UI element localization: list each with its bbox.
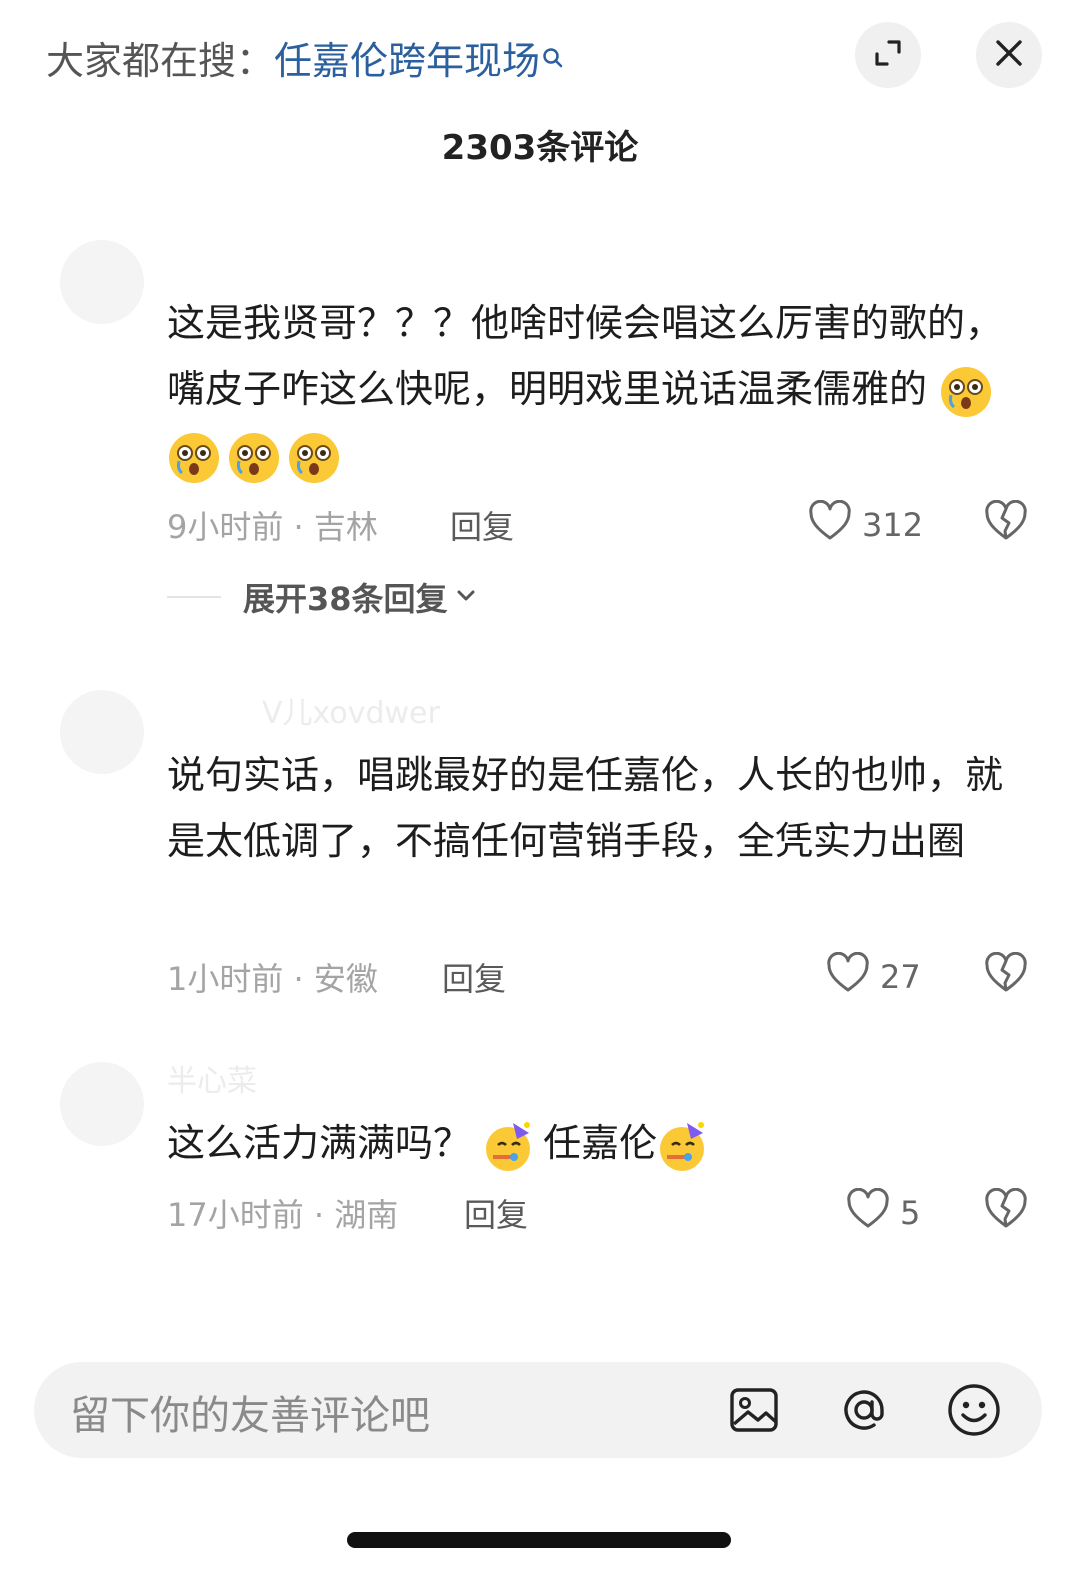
like-count: 27: [880, 958, 921, 996]
avatar[interactable]: [60, 1062, 144, 1146]
smiley-icon[interactable]: [946, 1382, 1002, 1442]
surprised-face-emoji: [227, 431, 281, 485]
heart-icon: [846, 1187, 890, 1238]
like-button[interactable]: 312: [808, 499, 924, 550]
close-button[interactable]: [976, 22, 1042, 88]
heart-icon: [826, 951, 870, 1002]
comment-text: 这是我贤哥？？？他啥时候会唱这么厉害的歌的，嘴皮子咋这么快呢，明明戏里说话温柔儒…: [167, 290, 1007, 488]
expand-button[interactable]: [855, 22, 921, 88]
search-icon: [542, 34, 564, 78]
expand-replies-button[interactable]: 展开38条回复: [167, 574, 478, 620]
comment-count-title: 2303条评论: [441, 128, 639, 168]
trending-search-term[interactable]: 任嘉伦跨年现场: [274, 39, 540, 83]
comment-body: 这么活力满满吗？: [167, 1121, 472, 1165]
reply-button[interactable]: 回复: [464, 1190, 528, 1236]
broken-heart-icon: [984, 499, 1028, 546]
close-icon: [992, 36, 1026, 74]
surprised-face-emoji: [939, 365, 993, 419]
expand-replies-label: 展开38条回复: [243, 580, 448, 618]
dislike-button[interactable]: [984, 499, 1028, 546]
comment-time-location: 17小时前 · 湖南: [167, 1196, 399, 1234]
party-face-emoji: [483, 1119, 537, 1173]
reply-button[interactable]: 回复: [442, 954, 506, 1000]
image-icon[interactable]: [728, 1384, 780, 1440]
avatar[interactable]: [60, 240, 144, 324]
avatar[interactable]: [60, 690, 144, 774]
like-button[interactable]: 27: [826, 951, 921, 1002]
dislike-button[interactable]: [984, 1187, 1028, 1234]
divider: [167, 596, 221, 598]
comment-time-location: 9小时前 · 吉林: [167, 508, 378, 546]
at-icon[interactable]: [836, 1382, 892, 1442]
trending-search-hint[interactable]: 大家都在搜：任嘉伦跨年现场: [46, 30, 564, 85]
broken-heart-icon: [984, 1187, 1028, 1234]
home-indicator[interactable]: [347, 1532, 731, 1548]
comment-body: 任嘉伦: [543, 1121, 658, 1165]
username[interactable]: V儿xovdwer: [262, 688, 440, 732]
reply-button[interactable]: 回复: [450, 502, 514, 548]
heart-icon: [808, 499, 852, 550]
comment-text: 这么活力满满吗？ 任嘉伦: [167, 1110, 1007, 1176]
trending-search-prefix: 大家都在搜：: [46, 39, 275, 83]
expand-icon: [871, 36, 905, 74]
dislike-button[interactable]: [984, 951, 1028, 998]
like-count: 5: [900, 1194, 921, 1232]
party-face-emoji: [657, 1119, 711, 1173]
comment-text: 说句实话，唱跳最好的是任嘉伦，人长的也帅，就是太低调了，不搞任何营销手段，全凭实…: [167, 753, 1004, 863]
broken-heart-icon: [984, 951, 1028, 998]
like-button[interactable]: 5: [846, 1187, 921, 1238]
surprised-face-emoji: [167, 431, 221, 485]
comment-body: 这是我贤哥？？？他啥时候会唱这么厉害的歌的，嘴皮子咋这么快呢，明明戏里说话温柔儒…: [167, 301, 1004, 411]
username[interactable]: 半心菜: [167, 1056, 257, 1100]
chevron-down-icon: [454, 578, 478, 616]
like-count: 312: [862, 506, 924, 544]
surprised-face-emoji: [287, 431, 341, 485]
comment-time-location: 1小时前 · 安徽: [167, 960, 378, 998]
comment-input-placeholder[interactable]: 留下你的友善评论吧: [70, 1383, 430, 1441]
